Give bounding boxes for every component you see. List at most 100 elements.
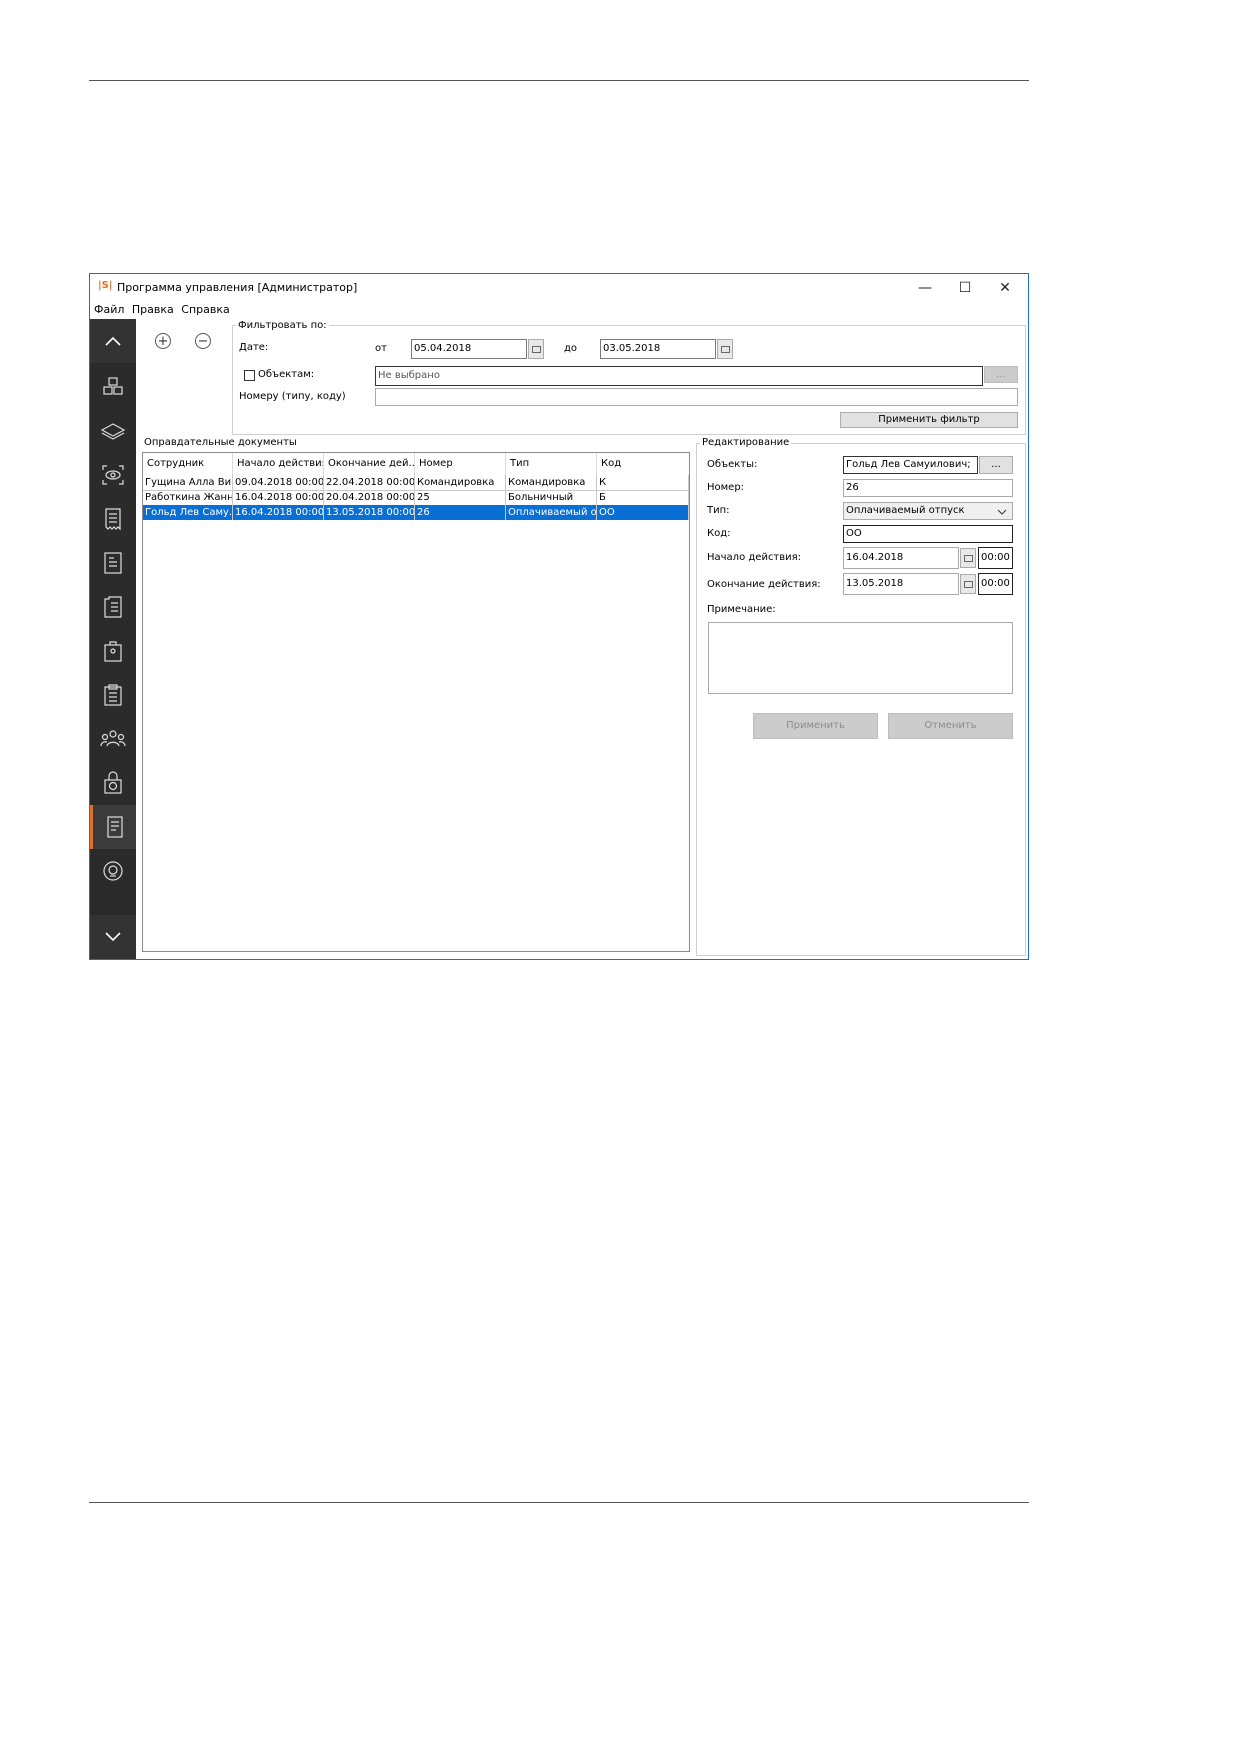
- filter-to-date-input[interactable]: 03.05.2018: [600, 339, 716, 359]
- cell-code: К: [597, 475, 689, 490]
- sidebar-item-reports[interactable]: [90, 541, 136, 585]
- edit-start-date-input[interactable]: 16.04.2018: [843, 547, 959, 569]
- calendar-icon: [720, 345, 730, 353]
- edit-note-textarea[interactable]: [708, 622, 1013, 694]
- sidebar-item-shop[interactable]: [90, 629, 136, 673]
- receipt-icon: [105, 508, 121, 531]
- cell-end: 20.04.2018 00:00: [326, 490, 415, 505]
- sidebar-scroll-up[interactable]: [90, 319, 136, 363]
- edit-end-calendar-button[interactable]: [960, 574, 976, 594]
- filter-objects-checkbox[interactable]: [244, 370, 255, 381]
- documents-group-title: Оправдательные документы: [142, 437, 299, 448]
- calendar-icon: [963, 580, 973, 588]
- apply-filter-button[interactable]: Применить фильтр: [840, 412, 1018, 428]
- sidebar-item-employees[interactable]: [90, 717, 136, 761]
- edit-start-calendar-button[interactable]: [960, 548, 976, 568]
- edit-note-label: Примечание:: [707, 604, 776, 615]
- scan-eye-icon: [102, 465, 124, 485]
- minimize-button[interactable]: —: [906, 274, 944, 303]
- edit-end-time-input[interactable]: 00:00: [978, 573, 1013, 595]
- filter-objects-label: Объектам:: [258, 369, 315, 380]
- maximize-button[interactable]: ☐: [946, 274, 984, 303]
- edit-number-input[interactable]: 26: [843, 479, 1013, 497]
- column-header-start[interactable]: Начало действия: [233, 453, 324, 475]
- sidebar-item-layers[interactable]: [90, 409, 136, 453]
- page-header-rule: [89, 80, 1029, 81]
- edit-code-label: Код:: [707, 528, 731, 539]
- table-row[interactable]: Работкина Жанн... 16.04.2018 00:00 20.04…: [143, 490, 689, 506]
- sidebar-item-receipts[interactable]: [90, 497, 136, 541]
- sidebar-scroll-down[interactable]: [90, 915, 136, 959]
- sidebar-item-access[interactable]: [90, 761, 136, 805]
- cell-type: Командировка: [506, 475, 597, 490]
- app-logo-icon: |S|: [98, 280, 113, 291]
- window-title: Программа управления [Администратор]: [117, 281, 358, 294]
- edit-objects-browse-button[interactable]: ...: [979, 456, 1013, 474]
- page-footer-rule: [89, 1502, 1029, 1503]
- filter-number-input[interactable]: [375, 388, 1018, 406]
- cell-start: 16.04.2018 00:00: [235, 490, 324, 505]
- sidebar-item-justification-documents[interactable]: [90, 805, 136, 849]
- add-button[interactable]: +: [155, 333, 171, 349]
- filter-from-calendar-button[interactable]: [528, 339, 544, 359]
- column-header-code[interactable]: Код: [597, 453, 689, 475]
- table-row-selected[interactable]: Гольд Лев Саму... 16.04.2018 00:00 13.05…: [143, 505, 689, 520]
- edit-start-time-input[interactable]: 00:00: [978, 547, 1013, 569]
- column-header-end[interactable]: Окончание дей...: [324, 453, 415, 475]
- close-button[interactable]: ✕: [986, 274, 1024, 303]
- filter-from-date-input[interactable]: 05.04.2018: [411, 339, 527, 359]
- table-row[interactable]: Гущина Алла Ви... 09.04.2018 00:00 22.04…: [143, 475, 689, 491]
- application-window: |S| Программа управления [Администратор]…: [89, 273, 1029, 960]
- filter-objects-input[interactable]: Не выбрано: [375, 366, 983, 386]
- menu-file[interactable]: Файл: [94, 303, 124, 316]
- edit-cancel-button[interactable]: Отменить: [888, 713, 1013, 739]
- sidebar-item-support[interactable]: [90, 849, 136, 893]
- cell-type: Оплачиваемый о...: [508, 505, 597, 520]
- column-header-type[interactable]: Тип: [506, 453, 597, 475]
- menu-edit[interactable]: Правка: [132, 303, 174, 316]
- edit-type-select[interactable]: Оплачиваемый отпуск: [843, 502, 1013, 520]
- sidebar-item-monitoring[interactable]: [90, 453, 136, 497]
- edit-objects-input[interactable]: Гольд Лев Самуилович;: [843, 456, 978, 474]
- edit-end-date-input[interactable]: 13.05.2018: [843, 573, 959, 595]
- chevron-down-icon: [997, 509, 1007, 515]
- remove-button[interactable]: −: [195, 333, 211, 349]
- menu-help[interactable]: Справка: [181, 303, 229, 316]
- sidebar-item-objects[interactable]: [90, 365, 136, 409]
- cell-number: Командировка: [415, 475, 506, 490]
- edit-code-input[interactable]: ОО: [843, 525, 1013, 543]
- cell-type: Больничный: [506, 490, 597, 505]
- justification-document-icon: [106, 816, 123, 838]
- filter-to-label: до: [564, 343, 578, 354]
- edit-end-label: Окончание действия:: [707, 579, 821, 590]
- cell-employee: Работкина Жанн...: [145, 490, 233, 505]
- filter-date-label: Дате:: [239, 342, 269, 353]
- edit-number-label: Номер:: [707, 482, 745, 493]
- support-icon: [103, 861, 123, 881]
- filter-to-calendar-button[interactable]: [717, 339, 733, 359]
- cell-end: 22.04.2018 00:00: [326, 475, 415, 490]
- edit-group-title: Редактирование: [700, 437, 792, 448]
- cell-number: 26: [415, 505, 506, 520]
- filter-from-label: от: [375, 343, 387, 354]
- table-header: Сотрудник Начало действия Окончание дей.…: [143, 453, 689, 475]
- people-icon: [100, 730, 126, 747]
- column-header-number[interactable]: Номер: [415, 453, 506, 475]
- edit-apply-button[interactable]: Применить: [753, 713, 878, 739]
- cell-start: 16.04.2018 00:00: [235, 505, 324, 520]
- cell-code: ОО: [597, 505, 689, 520]
- column-header-employee[interactable]: Сотрудник: [143, 453, 233, 475]
- document-list-icon: [104, 596, 122, 618]
- edit-objects-label: Объекты:: [707, 459, 758, 470]
- chevron-up-icon: [105, 336, 121, 346]
- documents-table: Сотрудник Начало действия Окончание дей.…: [142, 452, 690, 952]
- document-text-icon: [104, 552, 122, 574]
- clipboard-icon: [104, 684, 122, 706]
- cell-employee: Гольд Лев Саму...: [145, 505, 233, 520]
- sidebar-item-documents[interactable]: [90, 585, 136, 629]
- menu-bar: Файл Правка Справка: [90, 303, 1028, 319]
- filter-group-title: Фильтровать по:: [236, 320, 329, 331]
- sidebar-item-clipboard[interactable]: [90, 673, 136, 717]
- calendar-icon: [531, 345, 541, 353]
- filter-objects-browse-button[interactable]: ...: [984, 366, 1018, 383]
